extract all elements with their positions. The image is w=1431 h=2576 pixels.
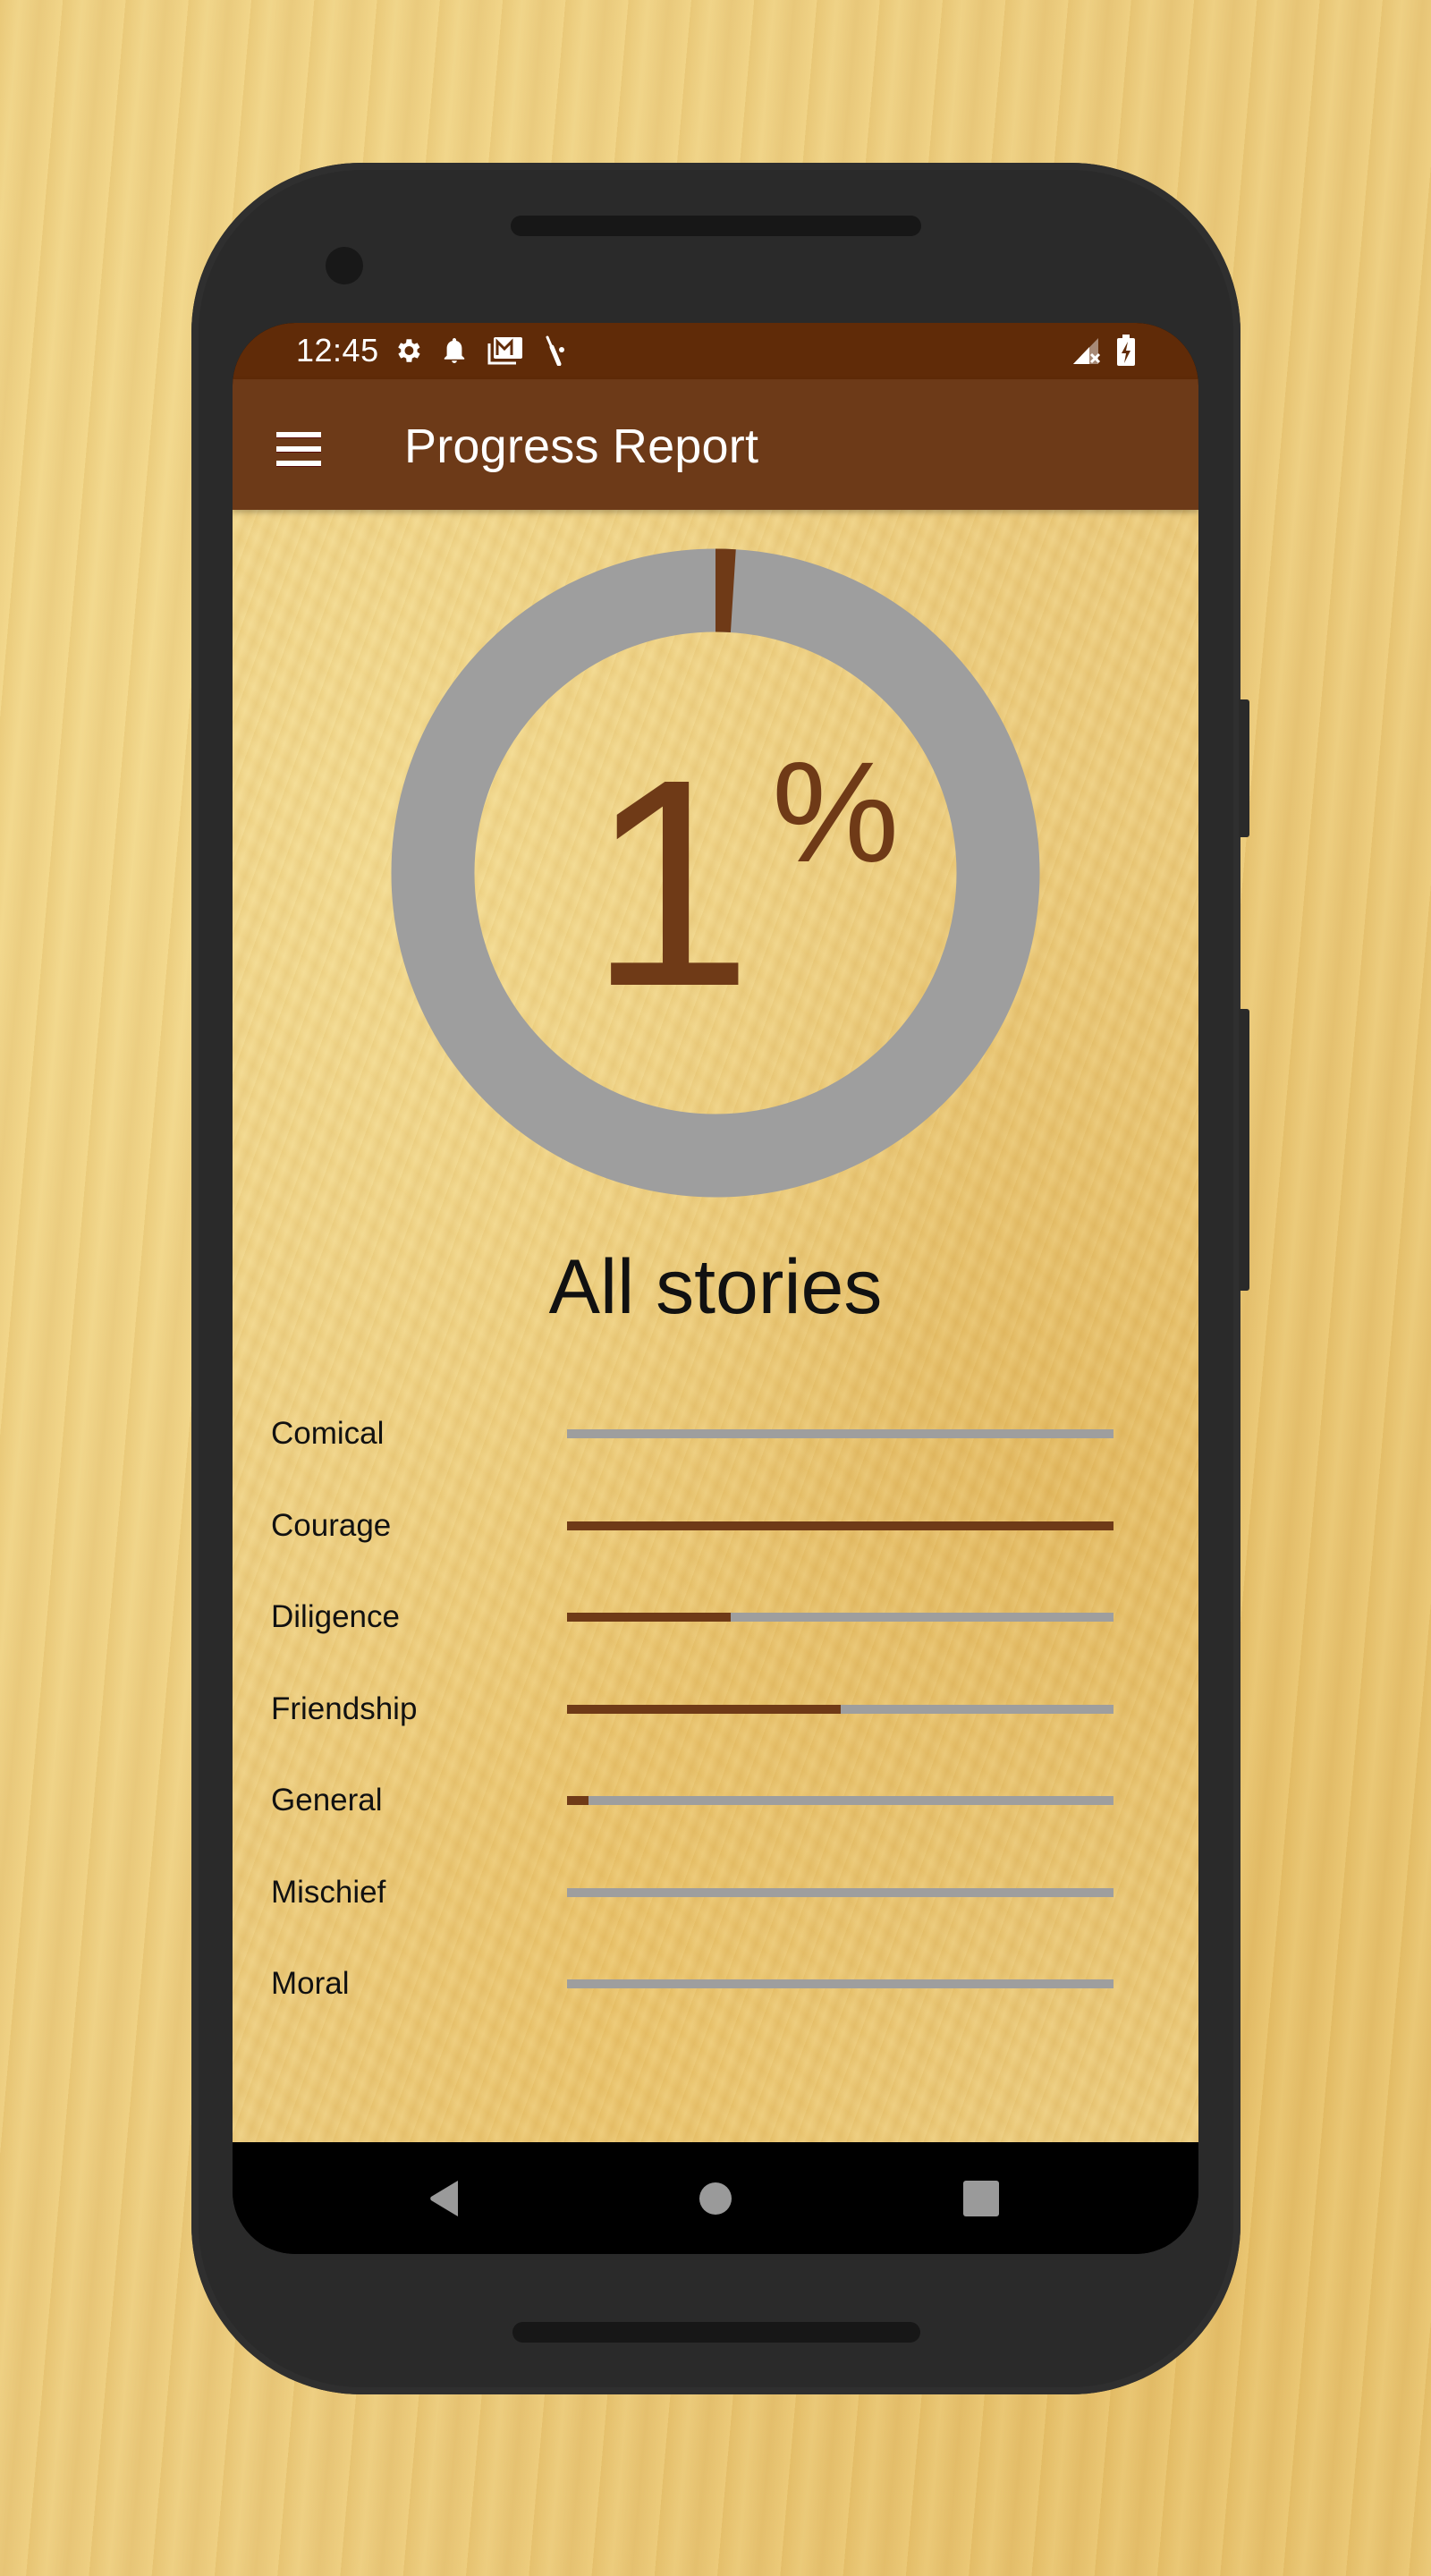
settings-gear-icon	[392, 335, 424, 366]
overall-percent-unit: %	[772, 732, 900, 892]
category-row[interactable]: Diligence	[233, 1601, 1198, 1655]
progress-content[interactable]: 1 % All stories Comical Courage Diligence F…	[233, 510, 1198, 2142]
category-row[interactable]: General	[233, 1784, 1198, 1838]
category-label: General	[271, 1783, 383, 1818]
overall-percent-value: 1	[588, 717, 753, 1047]
signal-no-service-icon	[1071, 335, 1104, 366]
status-time: 12:45	[296, 332, 379, 369]
category-row[interactable]: Comical	[233, 1418, 1198, 1471]
category-label: Comical	[271, 1416, 385, 1451]
system-nav-bar	[233, 2142, 1198, 2254]
category-progress-track	[567, 1979, 1113, 1988]
recents-icon	[963, 2180, 999, 2216]
front-camera	[326, 247, 363, 284]
category-row[interactable]: Mischief	[233, 1877, 1198, 1930]
category-progress-track	[567, 1704, 1113, 1714]
notification-bell-icon	[441, 335, 468, 366]
back-button[interactable]	[383, 2142, 508, 2254]
category-row[interactable]: Moral	[233, 1968, 1198, 2021]
battery-charging-icon	[1115, 335, 1137, 366]
earpiece-speaker	[511, 216, 921, 236]
bottom-speaker	[512, 2322, 920, 2343]
gmail-icon	[487, 335, 524, 366]
category-progress-track	[567, 1429, 1113, 1438]
home-icon	[699, 2182, 732, 2215]
recents-button[interactable]	[919, 2142, 1044, 2254]
status-bar: 12:45	[233, 323, 1198, 379]
back-icon	[430, 2180, 458, 2216]
category-progress-fill	[567, 1796, 589, 1805]
volume-button	[1239, 1009, 1249, 1291]
hamburger-menu-icon[interactable]	[276, 430, 321, 466]
screen: 12:45 Progress Report 1 % All stories Co…	[233, 323, 1198, 2254]
category-row[interactable]: Friendship	[233, 1693, 1198, 1747]
category-progress-fill	[567, 1704, 841, 1714]
category-row[interactable]: Courage	[233, 1510, 1198, 1563]
category-progress-track	[567, 1613, 1113, 1622]
app-bar: Progress Report	[233, 379, 1198, 510]
page-title: Progress Report	[404, 419, 759, 473]
category-label: Diligence	[271, 1599, 400, 1634]
category-progress-track	[567, 1796, 1113, 1805]
category-label: Moral	[271, 1966, 350, 2001]
donut-progress-arc	[715, 548, 736, 633]
power-button	[1239, 699, 1249, 837]
category-progress-track	[567, 1521, 1113, 1530]
category-label: Friendship	[271, 1690, 418, 1726]
cricket-bat-icon	[542, 335, 569, 366]
category-label: Courage	[271, 1507, 392, 1543]
donut-caption: All stories	[548, 1244, 883, 1330]
category-progress-track	[567, 1887, 1113, 1897]
category-progress-fill	[567, 1613, 732, 1622]
category-progress-fill	[567, 1521, 1113, 1530]
category-label: Mischief	[271, 1874, 386, 1910]
home-button[interactable]	[653, 2142, 778, 2254]
